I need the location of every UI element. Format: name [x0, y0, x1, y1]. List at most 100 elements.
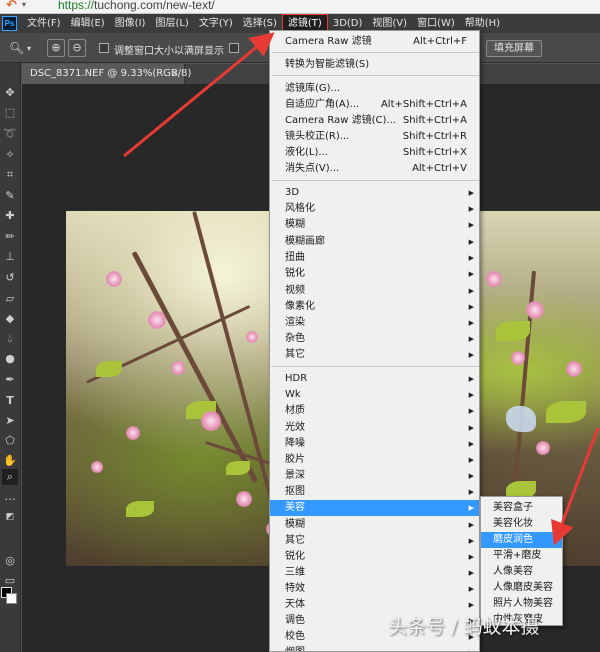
- submenu-arrow-icon: ▶: [468, 504, 474, 512]
- shape-tool-icon[interactable]: ⬠: [2, 433, 18, 449]
- pen-tool-icon[interactable]: ✒: [2, 372, 18, 388]
- type-tool-icon[interactable]: T: [2, 393, 18, 409]
- close-icon[interactable]: ×: [171, 64, 179, 84]
- menu-item-wk[interactable]: Wk ▶: [270, 387, 479, 403]
- marquee-tool-icon[interactable]: ⬚: [2, 105, 18, 121]
- menu-item-blur-gallery[interactable]: 模糊画廊 ▶: [270, 234, 479, 250]
- zoom-tool-icon[interactable]: ⌕: [2, 469, 18, 485]
- photoshop-logo: Ps: [2, 16, 17, 31]
- menu-item-hdr[interactable]: HDR ▶: [270, 371, 479, 387]
- menu-item-stylize[interactable]: 风格化 ▶: [270, 201, 479, 217]
- zoom-all-windows-checkbox[interactable]: [229, 43, 239, 53]
- menu-item-astronomy[interactable]: 天体 ▶: [270, 597, 479, 613]
- menu-item-light-effects[interactable]: 光效 ▶: [270, 420, 479, 436]
- crop-tool-icon[interactable]: ⌗: [2, 167, 18, 183]
- menu-item-texture[interactable]: 材质 ▶: [270, 403, 479, 419]
- menu-item-beauty[interactable]: 美容 ▶: [270, 500, 479, 516]
- eyedropper-icon[interactable]: ✎: [2, 188, 18, 204]
- menu-item-3d[interactable]: 3D ▶: [270, 185, 479, 201]
- browser-url-bar: ↶ ▾ https://tuchong.com/new-text/: [0, 0, 600, 14]
- menu-item-vanishing-point[interactable]: 消失点(V)... Alt+Ctrl+V: [270, 161, 479, 177]
- back-icon[interactable]: ↶: [6, 0, 17, 13]
- submenu-item-portrait-skin-beauty[interactable]: 人像磨皮美容: [481, 580, 562, 596]
- menu-item-render[interactable]: 渲染 ▶: [270, 315, 479, 331]
- fill-screen-button[interactable]: 填充屏幕: [486, 40, 542, 57]
- submenu-arrow-icon: ▶: [468, 375, 474, 383]
- move-tool-icon[interactable]: ✥: [2, 85, 18, 101]
- blossom: [486, 271, 502, 287]
- screen-mode-icon[interactable]: ▭: [2, 573, 18, 589]
- menu-item-adaptive-wide-angle[interactable]: 自适应广角(A)... Alt+Shift+Ctrl+A: [270, 97, 479, 113]
- menu-type[interactable]: 文字(Y): [194, 14, 238, 33]
- submenu-item-skin-retouch[interactable]: 磨皮润色: [481, 532, 562, 548]
- more-tools-icon[interactable]: …: [2, 489, 18, 505]
- branch: [131, 251, 259, 483]
- blossom: [148, 311, 166, 329]
- submenu-item-smooth-retouch[interactable]: 平滑+磨皮: [481, 548, 562, 564]
- submenu-arrow-icon: ▶: [468, 287, 474, 295]
- submenu-item-makeup[interactable]: 美容化妆: [481, 516, 562, 532]
- dropdown-arrow-icon[interactable]: ▾: [22, 0, 26, 9]
- menu-item-video[interactable]: 视频 ▶: [270, 283, 479, 299]
- menu-item-liquify[interactable]: 液化(L)... Shift+Ctrl+X: [270, 145, 479, 161]
- document-tab[interactable]: DSC_8371.NEF @ 9.33%(RGB/8) ×: [22, 64, 191, 84]
- menu-item-other-2[interactable]: 其它 ▶: [270, 533, 479, 549]
- lasso-tool-icon[interactable]: ➰: [2, 126, 18, 142]
- magic-wand-icon[interactable]: ✧: [2, 147, 18, 163]
- path-select-icon[interactable]: ➤: [2, 413, 18, 429]
- zoom-tool-icon[interactable]: 🔍︎: [9, 41, 24, 55]
- menu-item-blur[interactable]: 模糊 ▶: [270, 217, 479, 233]
- paint-bucket-icon[interactable]: ◆: [2, 311, 18, 327]
- zoom-out-button[interactable]: ⊖: [68, 39, 86, 57]
- menu-edit[interactable]: 编辑(E): [66, 14, 110, 33]
- leaf: [496, 321, 530, 341]
- quick-mask-icon[interactable]: ◎: [2, 553, 18, 569]
- menu-item-camera-raw-last[interactable]: Camera Raw 滤镜 Alt+Ctrl+F: [270, 34, 479, 50]
- history-brush-icon[interactable]: ↺: [2, 270, 18, 286]
- background-color-swatch[interactable]: [6, 593, 17, 604]
- menu-layer[interactable]: 图层(L): [150, 14, 193, 33]
- reset-colors-icon[interactable]: ◩: [2, 509, 18, 525]
- menu-image[interactable]: 图像(I): [110, 14, 151, 33]
- dodge-tool-icon[interactable]: ●: [2, 351, 18, 367]
- menu-item-sharpen[interactable]: 锐化 ▶: [270, 266, 479, 282]
- url-text[interactable]: https://tuchong.com/new-text/: [58, 0, 215, 12]
- menu-item-sharpen-2[interactable]: 锐化 ▶: [270, 549, 479, 565]
- menu-item-cutout[interactable]: 抠图 ▶: [270, 484, 479, 500]
- menu-item-noise-reduction[interactable]: 降噪 ▶: [270, 436, 479, 452]
- blur-tool-icon[interactable]: 💧︎: [2, 331, 18, 347]
- submenu-item-beauty-box[interactable]: 美容盒子: [481, 500, 562, 516]
- tools-panel: ✥ ⬚ ➰ ✧ ⌗ ✎ ✚ ✏ ⊥ ↺ ▱ ◆ 💧︎ ● ✒ T ➤ ⬠ ✋ ⌕…: [0, 63, 21, 652]
- menu-item-blur-2[interactable]: 模糊 ▶: [270, 517, 479, 533]
- submenu-item-photo-portrait-beauty[interactable]: 照片人物美容: [481, 596, 562, 612]
- menu-file[interactable]: 文件(F): [22, 14, 66, 33]
- menu-item-filter-gallery[interactable]: 滤镜库(G)...: [270, 81, 479, 97]
- menu-item-depth-of-field[interactable]: 景深 ▶: [270, 468, 479, 484]
- blossom: [201, 411, 221, 431]
- chevron-down-icon[interactable]: ▾: [27, 44, 31, 53]
- menu-item-pixelate[interactable]: 像素化 ▶: [270, 299, 479, 315]
- submenu-item-portrait-beauty[interactable]: 人像美容: [481, 564, 562, 580]
- menu-item-3d-effects[interactable]: 三维 ▶: [270, 565, 479, 581]
- menu-item-convert-smart-filter[interactable]: 转换为智能滤镜(S): [270, 57, 479, 73]
- menu-item-lens-correction[interactable]: 镜头校正(R)... Shift+Ctrl+R: [270, 129, 479, 145]
- healing-brush-icon[interactable]: ✚: [2, 208, 18, 224]
- submenu-arrow-icon: ▶: [469, 645, 474, 651]
- eraser-icon[interactable]: ▱: [2, 291, 18, 307]
- menu-item-camera-raw-filter[interactable]: Camera Raw 滤镜(C)... Shift+Ctrl+A: [270, 113, 479, 129]
- hand-tool-icon[interactable]: ✋: [2, 453, 18, 469]
- menu-item-special-effects[interactable]: 特效 ▶: [270, 581, 479, 597]
- submenu-arrow-icon: ▶: [468, 351, 474, 359]
- zoom-in-button[interactable]: ⊕: [47, 39, 65, 57]
- menu-item-smoke[interactable]: 烟图▶: [270, 645, 479, 651]
- menu-item-film[interactable]: 胶片 ▶: [270, 452, 479, 468]
- menu-separator: [272, 180, 479, 181]
- menu-item-noise[interactable]: 杂色 ▶: [270, 331, 479, 347]
- brush-tool-icon[interactable]: ✏: [2, 229, 18, 245]
- menu-item-other[interactable]: 其它 ▶: [270, 347, 479, 363]
- menu-item-distort[interactable]: 扭曲 ▶: [270, 250, 479, 266]
- clone-stamp-icon[interactable]: ⊥: [2, 249, 18, 265]
- resize-windows-checkbox[interactable]: [99, 43, 109, 53]
- submenu-arrow-icon: ▶: [468, 456, 474, 464]
- menu-separator: [272, 52, 479, 53]
